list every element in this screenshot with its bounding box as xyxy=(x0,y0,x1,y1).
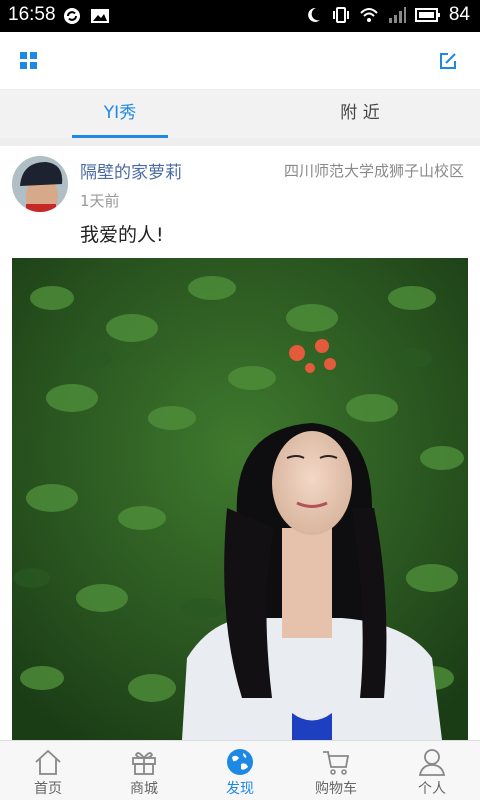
sync-icon xyxy=(64,8,80,24)
nav-mall-label: 商城 xyxy=(130,781,158,797)
nav-home[interactable]: 首页 xyxy=(0,741,96,800)
post-location: 四川师范大学成狮子山校区 xyxy=(283,162,464,180)
moon-icon xyxy=(308,7,320,22)
tab-nearby[interactable]: 附 近 xyxy=(240,90,480,138)
person-icon xyxy=(418,749,446,776)
status-bar: 16:58 84 xyxy=(0,0,480,32)
post-text: 我爱的人! xyxy=(80,224,164,246)
battery-level: 84 xyxy=(448,4,470,25)
nav-profile-label: 个人 xyxy=(418,781,446,797)
nav-home-label: 首页 xyxy=(34,781,62,797)
post-username[interactable]: 隔壁的家萝莉 xyxy=(80,158,182,183)
status-time: 16:58 xyxy=(8,4,56,25)
post-time: 1天前 xyxy=(80,192,120,210)
post-photo[interactable] xyxy=(12,258,468,740)
top-bar xyxy=(0,32,480,90)
nav-discover-label: 发现 xyxy=(226,781,254,797)
nav-mall[interactable]: 商城 xyxy=(96,741,192,800)
vibrate-icon xyxy=(332,7,349,23)
nav-cart-label: 购物车 xyxy=(315,781,357,797)
nav-profile[interactable]: 个人 xyxy=(384,741,480,800)
grid-icon[interactable] xyxy=(20,52,38,70)
image-icon xyxy=(91,9,109,23)
gift-icon xyxy=(132,752,156,775)
avatar[interactable] xyxy=(12,156,68,212)
nav-discover[interactable]: 发现 xyxy=(192,741,288,800)
nav-cart[interactable]: 购物车 xyxy=(288,741,384,800)
cart-icon xyxy=(323,751,350,775)
post-card: 隔壁的家萝莉 四川师范大学成狮子山校区 1天前 我爱的人! xyxy=(0,146,480,740)
edit-icon[interactable] xyxy=(438,51,458,71)
divider xyxy=(0,138,480,146)
signal-icon xyxy=(388,7,406,23)
tab-bar: YI秀 附 近 xyxy=(0,90,480,138)
globe-icon xyxy=(227,749,253,775)
home-icon xyxy=(35,749,61,775)
tab-yi-show[interactable]: YI秀 xyxy=(0,90,240,138)
bottom-nav: 首页 商城 发现 购物车 个人 xyxy=(0,740,480,800)
battery-icon xyxy=(414,8,440,22)
wifi-icon xyxy=(360,8,378,22)
